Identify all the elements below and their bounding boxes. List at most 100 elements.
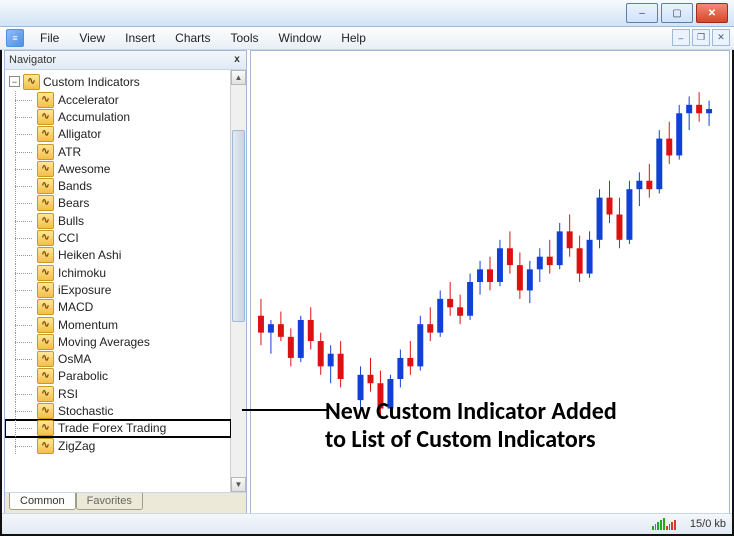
tree-item-label: Stochastic (58, 404, 113, 418)
tree-item-label: ZigZag (58, 439, 95, 453)
workspace: Navigator x − Custom Indicators Accelera… (2, 50, 732, 514)
tree-item-momentum[interactable]: Momentum (5, 316, 231, 333)
indicator-icon (37, 386, 54, 402)
window-buttons: – ▢ ✕ (626, 3, 728, 23)
indicator-icon (37, 92, 54, 108)
indicator-icon (37, 351, 54, 367)
tab-common[interactable]: Common (9, 493, 76, 510)
navigator-close-button[interactable]: x (230, 52, 244, 66)
tree-item-label: Ichimoku (58, 266, 106, 280)
navigator-panel: Navigator x − Custom Indicators Accelera… (4, 50, 247, 514)
window-close-button[interactable]: ✕ (696, 3, 728, 23)
tree-item-accumulation[interactable]: Accumulation (5, 108, 231, 125)
tree-item-rsi[interactable]: RSI (5, 385, 231, 402)
mdi-minimize-button[interactable]: – (672, 29, 690, 46)
indicator-icon (37, 334, 54, 350)
indicator-icon (37, 144, 54, 160)
mdi-buttons: – ❐ ✕ (672, 29, 730, 46)
tree-item-label: Heiken Ashi (58, 248, 121, 262)
candlestick-chart (251, 51, 729, 513)
navigator-scrollbar[interactable]: ▲ ▼ (230, 70, 246, 492)
menu-file[interactable]: File (30, 29, 69, 47)
tree-item-label: Awesome (58, 162, 110, 176)
tree-item-atr[interactable]: ATR (5, 143, 231, 160)
tree-root-label: Custom Indicators (43, 75, 140, 89)
navigator-title: Navigator (9, 54, 56, 66)
tree-item-label: ATR (58, 145, 81, 159)
indicator-icon (37, 299, 54, 315)
tree-item-label: OsMA (58, 352, 91, 366)
navigator-header[interactable]: Navigator x (5, 51, 246, 70)
indicator-icon (37, 438, 54, 454)
tree-item-trade-forex-trading[interactable]: Trade Forex Trading (5, 420, 231, 437)
tree-item-label: Bulls (58, 214, 84, 228)
menu-bar: ≡ FileViewInsertChartsToolsWindowHelp – … (0, 27, 734, 50)
mdi-restore-button[interactable]: ❐ (692, 29, 710, 46)
tree-item-bands[interactable]: Bands (5, 177, 231, 194)
indicator-icon (37, 195, 54, 211)
indicator-icon (37, 213, 54, 229)
indicator-icon (37, 317, 54, 333)
indicator-icon (37, 368, 54, 384)
tree-item-label: Accumulation (58, 110, 130, 124)
tree-item-label: RSI (58, 387, 78, 401)
tree-item-osma[interactable]: OsMA (5, 350, 231, 367)
indicator-icon (37, 420, 54, 436)
status-bar: 15/0 kb (2, 513, 732, 534)
indicator-icon (37, 109, 54, 125)
indicator-icon (37, 230, 54, 246)
tree-item-stochastic[interactable]: Stochastic (5, 402, 231, 419)
tree-item-label: iExposure (58, 283, 111, 297)
collapse-icon[interactable]: − (9, 76, 20, 87)
window-titlebar[interactable]: – ▢ ✕ (0, 0, 734, 27)
tree-item-alligator[interactable]: Alligator (5, 126, 231, 143)
tree-item-bears[interactable]: Bears (5, 195, 231, 212)
indicator-icon (37, 282, 54, 298)
tree-root-custom-indicators[interactable]: − Custom Indicators (5, 72, 231, 91)
scroll-up-button[interactable]: ▲ (231, 70, 246, 85)
folder-indicator-icon (23, 74, 40, 90)
indicator-icon (37, 403, 54, 419)
indicator-icon (37, 126, 54, 142)
tree-item-macd[interactable]: MACD (5, 299, 231, 316)
tree-item-moving-averages[interactable]: Moving Averages (5, 333, 231, 350)
tree-item-iexposure[interactable]: iExposure (5, 281, 231, 298)
menu-tools[interactable]: Tools (221, 29, 269, 47)
tree-item-label: Parabolic (58, 369, 108, 383)
tree-item-bulls[interactable]: Bulls (5, 212, 231, 229)
tree-item-label: Alligator (58, 127, 101, 141)
menu-charts[interactable]: Charts (165, 29, 220, 47)
tree-item-parabolic[interactable]: Parabolic (5, 368, 231, 385)
scroll-down-button[interactable]: ▼ (231, 477, 246, 492)
menu-insert[interactable]: Insert (115, 29, 165, 47)
indicator-icon (37, 161, 54, 177)
tab-favorites[interactable]: Favorites (76, 493, 143, 510)
tree-item-label: Bears (58, 196, 89, 210)
menu-window[interactable]: Window (269, 29, 332, 47)
tree-item-label: CCI (58, 231, 79, 245)
tree-item-zigzag[interactable]: ZigZag (5, 437, 231, 454)
tree-item-label: Moving Averages (58, 335, 150, 349)
tree-item-label: Trade Forex Trading (58, 421, 166, 435)
navigator-tabs: Common Favorites (5, 492, 246, 513)
window-minimize-button[interactable]: – (626, 3, 658, 23)
tree-item-awesome[interactable]: Awesome (5, 160, 231, 177)
navigator-tree[interactable]: − Custom Indicators Accelerator Accumulat… (5, 70, 231, 492)
tree-item-cci[interactable]: CCI (5, 229, 231, 246)
mdi-close-button[interactable]: ✕ (712, 29, 730, 46)
menu-help[interactable]: Help (331, 29, 376, 47)
menu-view[interactable]: View (69, 29, 115, 47)
tree-item-accelerator[interactable]: Accelerator (5, 91, 231, 108)
scroll-thumb[interactable] (232, 130, 245, 322)
chart-area[interactable] (250, 50, 730, 514)
status-kb: 15/0 kb (690, 518, 726, 530)
tree-item-ichimoku[interactable]: Ichimoku (5, 264, 231, 281)
indicator-icon (37, 265, 54, 281)
tree-item-label: Momentum (58, 318, 118, 332)
indicator-icon (37, 247, 54, 263)
tree-item-label: Accelerator (58, 93, 119, 107)
app-icon: ≡ (6, 29, 24, 47)
window-maximize-button[interactable]: ▢ (661, 3, 693, 23)
tree-item-heiken-ashi[interactable]: Heiken Ashi (5, 247, 231, 264)
navigator-body: − Custom Indicators Accelerator Accumulat… (5, 70, 246, 492)
